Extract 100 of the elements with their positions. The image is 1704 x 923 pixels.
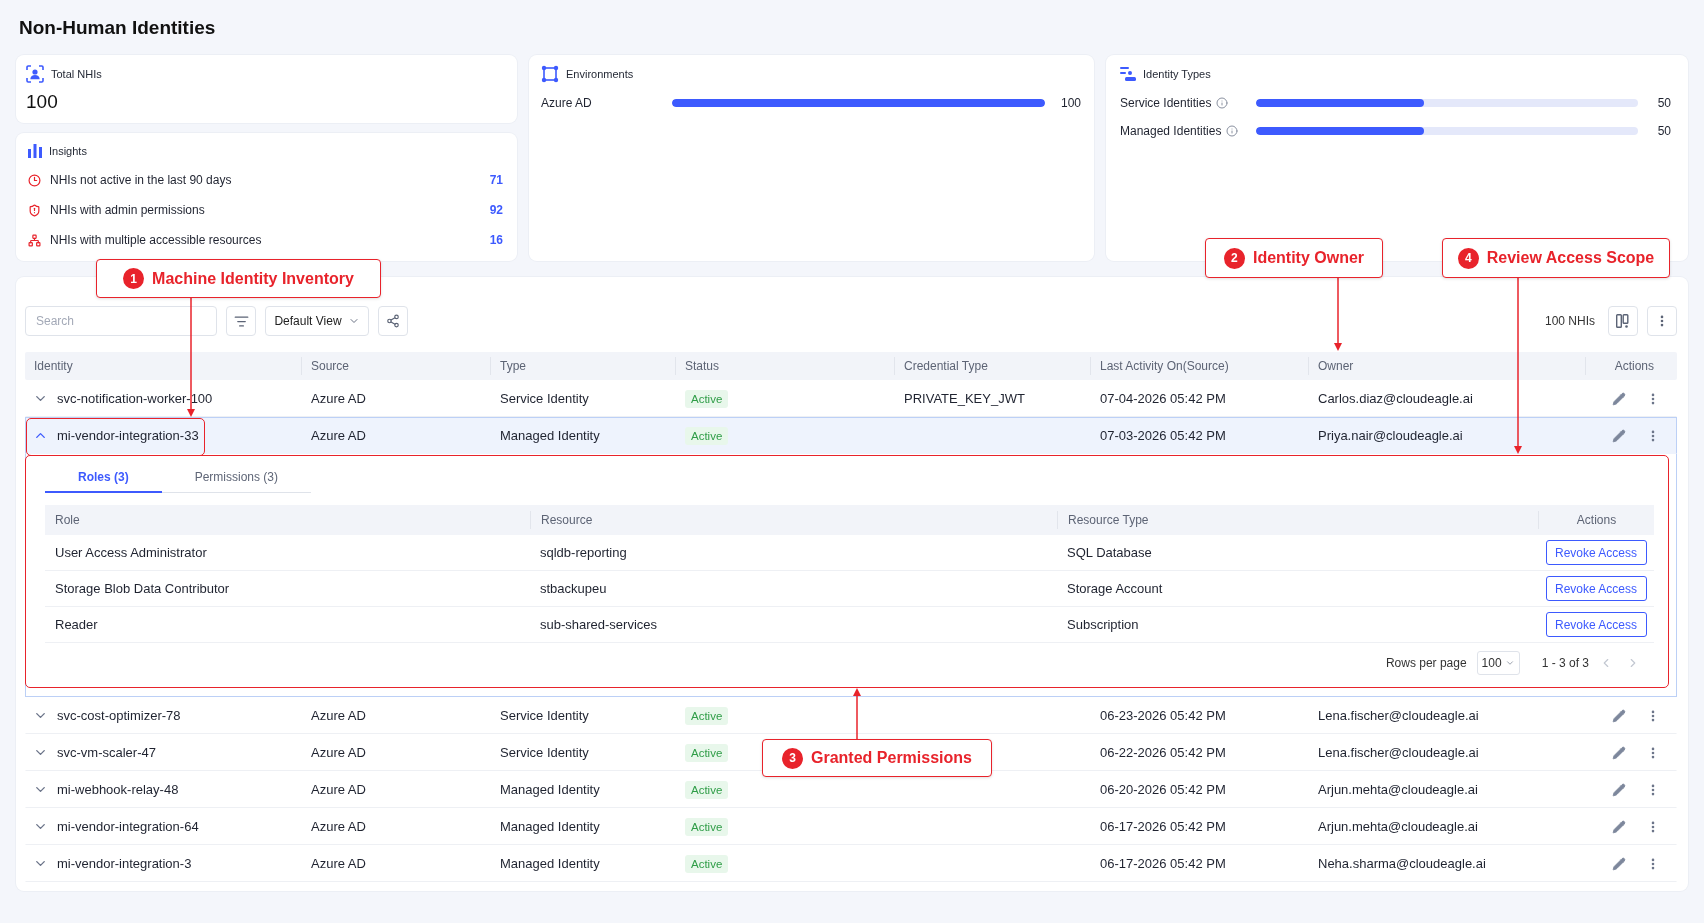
status-badge: Active xyxy=(685,743,729,762)
owner-email: Lena.fischer@cloudeagle.ai xyxy=(1318,745,1479,760)
column-header: Identity xyxy=(34,359,73,373)
column-header: Type xyxy=(500,359,526,373)
resource-name: sub-shared-services xyxy=(540,617,658,632)
search-field[interactable]: Search xyxy=(25,306,217,336)
column-header: Role xyxy=(55,513,80,527)
edit-icon[interactable] xyxy=(1612,428,1626,443)
identity-name: mi-webhook-relay-48 xyxy=(57,782,179,797)
annotation-label: Review Access Scope xyxy=(1486,249,1655,267)
source-name: Azure AD xyxy=(311,708,366,723)
resource-type: Subscription xyxy=(1067,617,1139,632)
tab[interactable]: Roles (3) xyxy=(45,462,162,493)
card-title: Total NHIs xyxy=(51,68,102,80)
annotation-label: Machine Identity Inventory xyxy=(152,269,354,288)
column-header: Resource Type xyxy=(1068,513,1149,527)
table-row[interactable]: mi-vendor-integration-33 Azure AD Managed Identity Active 07-03-2026 05:42 PM Priya.nair@cloudeagle.ai xyxy=(25,417,1677,454)
identity-type: Managed Identity xyxy=(500,819,600,834)
last-activity-time: 06-22-2026 05:42 PM xyxy=(1100,745,1226,760)
last-activity-time: 06-17-2026 05:42 PM xyxy=(1100,856,1226,871)
card-title: Environments xyxy=(566,68,634,80)
rows-per-page-select[interactable]: 100 xyxy=(1476,651,1520,675)
edit-icon[interactable] xyxy=(1612,782,1626,797)
insight-label: NHIs with multiple accessible resources xyxy=(50,233,263,247)
network-icon xyxy=(28,233,41,247)
identity-type: Service Identity xyxy=(500,708,589,723)
columns-icon xyxy=(1616,314,1630,328)
identity-name: mi-vendor-integration-3 xyxy=(57,856,192,871)
status-badge: Active xyxy=(685,426,729,445)
edit-icon[interactable] xyxy=(1612,819,1626,834)
edit-icon[interactable] xyxy=(1612,856,1626,871)
owner-email: Carlos.diaz@cloudeagle.ai xyxy=(1318,391,1473,406)
identity-type: Managed Identity xyxy=(500,428,600,443)
user-scan-icon xyxy=(26,65,44,83)
column-header: Resource xyxy=(541,513,593,527)
column-header: Source xyxy=(311,359,350,373)
column-header: Credential Type xyxy=(904,359,988,373)
edit-icon[interactable] xyxy=(1612,745,1626,760)
source-name: Azure AD xyxy=(311,782,366,797)
identity-type: Managed Identity xyxy=(500,782,600,797)
environment-count: 100 xyxy=(1060,96,1081,110)
edit-icon[interactable] xyxy=(1612,391,1626,406)
info-icon[interactable] xyxy=(1226,125,1239,137)
identity-type-count: 50 xyxy=(1657,124,1671,138)
credential-type: PRIVATE_KEY_JWT xyxy=(904,391,1025,406)
columns-button[interactable] xyxy=(1608,306,1638,336)
column-header: Owner xyxy=(1318,359,1354,373)
resource-name: sqldb-reporting xyxy=(540,545,627,560)
environment-name: Azure AD xyxy=(541,96,593,110)
insight-label: NHIs with admin permissions xyxy=(50,203,206,217)
resource-type: Storage Account xyxy=(1067,581,1163,596)
status-badge: Active xyxy=(685,706,729,725)
clock-icon xyxy=(28,173,41,187)
frame-icon xyxy=(541,65,559,83)
resource-type: SQL Database xyxy=(1067,545,1152,560)
total-value: 100 xyxy=(26,91,58,113)
status-badge: Active xyxy=(685,780,729,799)
info-icon[interactable] xyxy=(1216,97,1229,109)
shield-icon xyxy=(28,203,41,217)
insight-count[interactable]: 92 xyxy=(489,203,503,217)
chevron-down-icon xyxy=(1504,658,1515,668)
revoke-access-button[interactable]: Revoke Access xyxy=(1545,540,1647,565)
column-header: Last Activity On(Source) xyxy=(1100,359,1229,373)
column-header: Actions xyxy=(1576,513,1617,527)
resource-name: stbackupeu xyxy=(540,581,607,596)
identity-name: svc-vm-scaler-47 xyxy=(57,745,156,760)
source-name: Azure AD xyxy=(311,391,366,406)
edit-icon[interactable] xyxy=(1612,708,1626,723)
source-name: Azure AD xyxy=(311,428,366,443)
owner-email: Arjun.mehta@cloudeagle.ai xyxy=(1318,819,1478,834)
owner-email: Lena.fischer@cloudeagle.ai xyxy=(1318,708,1479,723)
status-badge: Active xyxy=(685,817,729,836)
identity-type-label: Service Identities xyxy=(1120,96,1212,110)
card-title: Identity Types xyxy=(1143,68,1211,80)
step-number: 2 xyxy=(1223,247,1245,269)
identity-type: Service Identity xyxy=(500,745,589,760)
column-header: Status xyxy=(685,359,720,373)
last-activity-time: 07-04-2026 05:42 PM xyxy=(1100,391,1226,406)
filter-button[interactable] xyxy=(226,306,256,336)
rows-per-page-label: Rows per page xyxy=(1385,656,1467,670)
identity-name: svc-cost-optimizer-78 xyxy=(57,708,181,723)
revoke-access-button[interactable]: Revoke Access xyxy=(1545,576,1647,601)
tab[interactable]: Permissions (3) xyxy=(161,462,312,493)
view-dropdown[interactable]: Default View xyxy=(265,306,369,336)
page-range: 1 - 3 of 3 xyxy=(1541,656,1589,670)
insight-count[interactable]: 71 xyxy=(489,173,503,187)
revoke-access-button[interactable]: Revoke Access xyxy=(1545,612,1647,637)
last-activity-time: 06-20-2026 05:42 PM xyxy=(1100,782,1226,797)
source-name: Azure AD xyxy=(311,856,366,871)
step-number: 3 xyxy=(782,747,803,769)
role-name: Storage Blob Data Contributor xyxy=(55,581,230,596)
annotation-label: Granted Permissions xyxy=(811,749,972,767)
identity-name: mi-vendor-integration-33 xyxy=(57,428,199,443)
share-button[interactable] xyxy=(378,306,408,336)
last-activity-time: 06-17-2026 05:42 PM xyxy=(1100,819,1226,834)
card-title: Insights xyxy=(49,145,87,157)
status-badge: Active xyxy=(685,389,729,408)
insight-count[interactable]: 16 xyxy=(489,233,503,247)
insight-label: NHIs not active in the last 90 days xyxy=(50,173,233,187)
bar-chart-icon xyxy=(28,144,42,158)
